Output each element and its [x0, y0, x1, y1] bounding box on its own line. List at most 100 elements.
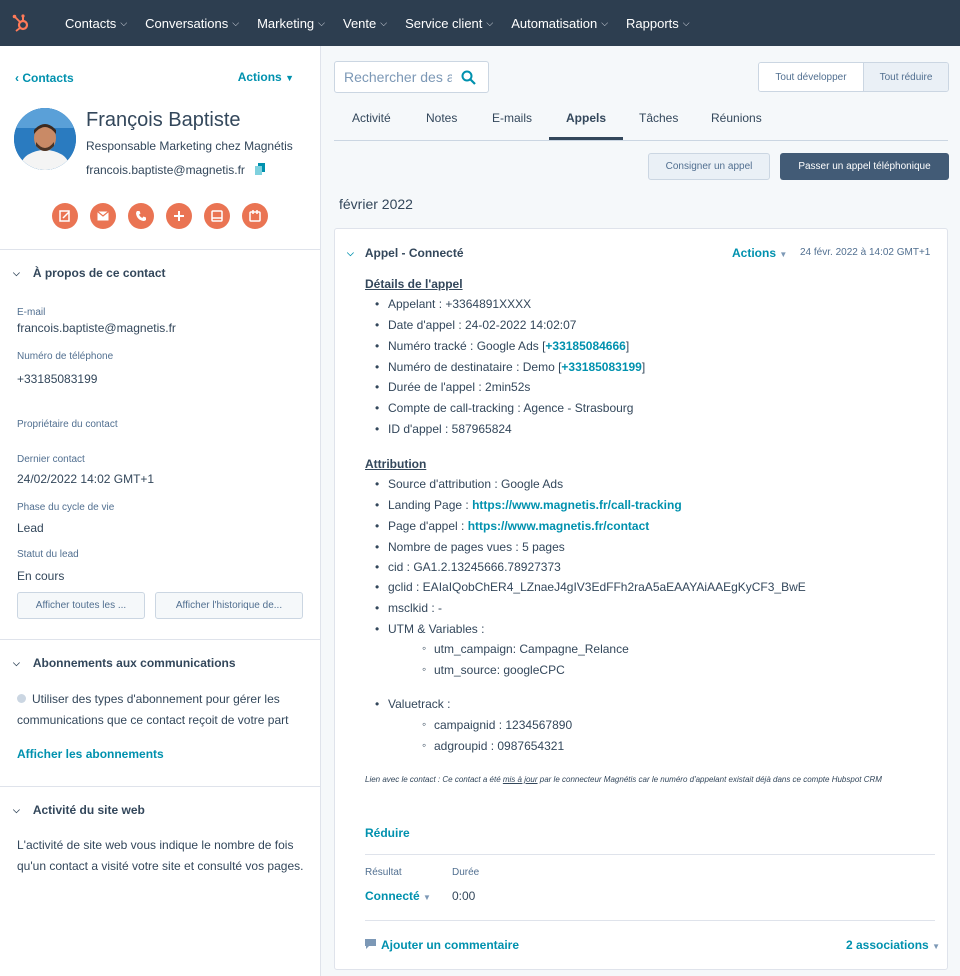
list-item: Numéro de destinataire : Demo [+33185083…	[375, 360, 645, 374]
lead-status-value[interactable]: En cours	[17, 569, 64, 583]
updated-link[interactable]: mis à jour	[503, 775, 538, 784]
tab-reunions[interactable]: Réunions	[711, 111, 762, 125]
list-item: cid : GA1.2.13245666.78927373	[375, 560, 561, 574]
destination-number-link[interactable]: +33185083199	[561, 360, 641, 374]
divider	[0, 786, 320, 787]
tab-emails[interactable]: E-mails	[492, 111, 532, 125]
chevron-down-icon: ⌵	[13, 267, 20, 278]
lifecycle-label: Phase du cycle de vie	[17, 502, 115, 513]
contact-sidebar: ‹ Contacts Actions ▼ François Baptiste R…	[0, 46, 321, 976]
attribution-heading: Attribution	[365, 457, 427, 471]
make-call-button[interactable]: Passer un appel téléphonique	[780, 153, 949, 180]
nav-automatisation[interactable]: Automatisation ⌵	[511, 16, 608, 31]
tracked-number-link[interactable]: +33185084666	[545, 339, 625, 353]
view-all-properties-button[interactable]: Afficher toutes les ...	[17, 592, 145, 619]
subscriptions-text: Utiliser des types d'abonnement pour gér…	[17, 692, 289, 727]
associations-dropdown[interactable]: 2 associations ▼	[846, 938, 940, 952]
tab-activite[interactable]: Activité	[352, 111, 391, 125]
expand-collapse-toggle: Tout développer Tout réduire	[758, 62, 949, 92]
phone-icon[interactable]	[128, 203, 154, 229]
nav-service-client[interactable]: Service client ⌵	[405, 16, 493, 31]
nav-marketing[interactable]: Marketing ⌵	[257, 16, 325, 31]
call-activity-card: ⌵ Appel - Connecté Actions ▼ 24 févr. 202…	[334, 228, 948, 970]
list-item: Date d'appel : 24-02-2022 14:02:07	[375, 318, 576, 332]
contact-job-title: Responsable Marketing chez Magnétis	[86, 139, 293, 153]
phone-value[interactable]: +33185083199	[17, 372, 97, 386]
list-item: ID d'appel : 587965824	[375, 422, 512, 436]
reduce-link[interactable]: Réduire	[365, 826, 410, 840]
tab-taches[interactable]: Tâches	[639, 111, 678, 125]
chevron-down-icon: ⌵	[380, 17, 388, 28]
list-item: Compte de call-tracking : Agence - Stras…	[375, 401, 633, 415]
call-details-heading: Détails de l'appel	[365, 277, 463, 291]
duration-label: Durée	[452, 867, 480, 878]
chevron-down-icon: ⌵	[486, 17, 494, 28]
list-item: utm_campaign: Campagne_Relance	[422, 641, 629, 656]
search-icon[interactable]	[461, 70, 476, 88]
chevron-down-icon: ⌵	[13, 657, 20, 668]
lifecycle-value[interactable]: Lead	[17, 521, 44, 535]
about-section-header[interactable]: ⌵ À propos de ce contact	[13, 266, 166, 280]
list-item: Valuetrack :	[375, 697, 451, 711]
call-card-title[interactable]: ⌵ Appel - Connecté	[347, 246, 464, 260]
collapse-all-button[interactable]: Tout réduire	[863, 63, 948, 91]
add-comment-button[interactable]: Ajouter un commentaire	[365, 938, 519, 952]
web-activity-section-header[interactable]: ⌵ Activité du site web	[13, 803, 145, 817]
tab-appels[interactable]: Appels	[566, 111, 606, 125]
nav-contacts[interactable]: Contacts ⌵	[65, 16, 127, 31]
divider	[365, 920, 935, 921]
expand-all-button[interactable]: Tout développer	[759, 63, 863, 91]
chevron-down-icon: ⌵	[13, 804, 20, 815]
view-subscriptions-link[interactable]: Afficher les abonnements	[17, 747, 164, 761]
nav-vente[interactable]: Vente ⌵	[343, 16, 387, 31]
divider	[365, 854, 935, 855]
list-item: Numéro tracké : Google Ads [+33185084666…	[375, 339, 629, 353]
plus-icon[interactable]	[166, 203, 192, 229]
list-item: gclid : EAIaIQobChER4_LZnaeJ4gIV3EdFFh2r…	[375, 580, 806, 594]
chevron-down-icon: ⌵	[232, 17, 240, 28]
month-heading: février 2022	[339, 196, 413, 212]
contact-action-buttons	[52, 203, 280, 229]
email-value[interactable]: francois.baptiste@magnetis.fr	[17, 321, 176, 335]
call-duration-value[interactable]: 0:00	[452, 889, 475, 903]
nav-conversations[interactable]: Conversations ⌵	[145, 16, 239, 31]
list-item: Nombre de pages vues : 5 pages	[375, 540, 565, 554]
list-item: UTM & Variables :	[375, 622, 485, 636]
contact-email: francois.baptiste@magnetis.fr	[86, 163, 245, 177]
list-item: Landing Page : https://www.magnetis.fr/c…	[375, 498, 682, 512]
top-navigation: Contacts ⌵ Conversations ⌵ Marketing ⌵ Vent…	[0, 0, 960, 46]
active-tab-indicator	[549, 137, 623, 140]
email-icon[interactable]	[90, 203, 116, 229]
tab-notes[interactable]: Notes	[426, 111, 457, 125]
list-item: campaignid : 1234567890	[422, 717, 572, 732]
list-item: utm_source: googleCPC	[422, 662, 565, 677]
call-timestamp: 24 févr. 2022 à 14:02 GMT+1	[800, 247, 931, 258]
hubspot-logo-icon[interactable]	[0, 0, 42, 46]
owner-label: Propriétaire du contact	[17, 419, 118, 430]
back-to-contacts-link[interactable]: ‹ Contacts	[15, 71, 74, 85]
call-page-link[interactable]: https://www.magnetis.fr/contact	[468, 519, 650, 533]
caret-down-icon: ▼	[932, 942, 940, 951]
avatar	[14, 108, 76, 170]
contact-actions-dropdown[interactable]: Actions ▼	[238, 70, 294, 84]
activity-tabs: Activité Notes E-mails Appels Tâches Réu…	[334, 100, 948, 141]
chevron-down-icon: ⌵	[601, 17, 609, 28]
call-actions-dropdown[interactable]: Actions ▼	[732, 246, 787, 260]
copy-icon[interactable]	[255, 163, 267, 175]
nav-rapports[interactable]: Rapports ⌵	[626, 16, 690, 31]
subscriptions-section-header[interactable]: ⌵ Abonnements aux communications	[13, 656, 236, 670]
landing-page-link[interactable]: https://www.magnetis.fr/call-tracking	[472, 498, 682, 512]
divider	[0, 249, 320, 250]
list-item: Source d'attribution : Google Ads	[375, 477, 563, 491]
activity-search-input[interactable]	[334, 61, 489, 93]
log-call-button[interactable]: Consigner un appel	[648, 153, 770, 180]
task-icon[interactable]	[204, 203, 230, 229]
meeting-icon[interactable]	[242, 203, 268, 229]
search-input[interactable]	[344, 69, 452, 85]
view-property-history-button[interactable]: Afficher l'historique de...	[155, 592, 303, 619]
note-icon[interactable]	[52, 203, 78, 229]
caret-down-icon: ▼	[423, 893, 431, 902]
list-item: adgroupid : 0987654321	[422, 738, 564, 753]
call-result-dropdown[interactable]: Connecté ▼	[365, 889, 431, 903]
contact-link-note: Lien avec le contact : Ce contact a été …	[365, 775, 882, 784]
